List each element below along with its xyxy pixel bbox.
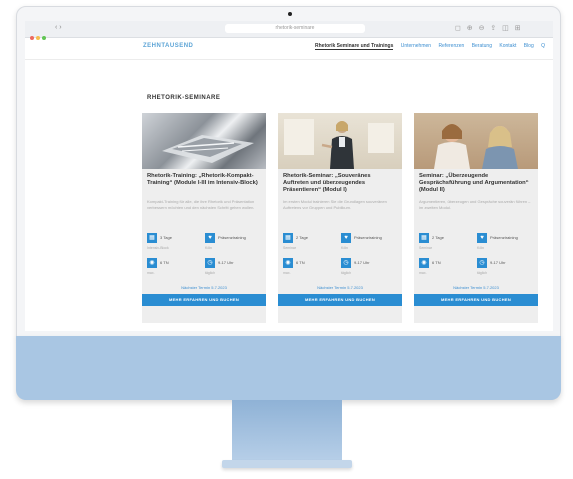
- calendar-icon: ▦: [283, 233, 293, 243]
- book-seminar-button[interactable]: MEHR ERFAHREN UND BUCHEN: [278, 294, 402, 306]
- meta-label: 9-17 Uhr: [218, 260, 234, 265]
- meta-sub: max.: [147, 271, 155, 275]
- calendar-icon: ▦: [419, 233, 429, 243]
- meta-sub: Intensiv-Block: [147, 246, 169, 250]
- meta-sub: Köln: [477, 246, 485, 250]
- nav-item-unternehmen[interactable]: Unternehmen: [401, 43, 431, 49]
- nav-item-rhetorik[interactable]: Rhetorik Seminare und Trainings: [315, 43, 394, 50]
- clock-icon: ◷: [341, 258, 351, 268]
- meta-sub: max.: [283, 271, 291, 275]
- section-title: RHETORIK-SEMINARE: [147, 95, 221, 101]
- seminar-image-speaker[interactable]: [278, 113, 402, 169]
- address-bar[interactable]: rhetorik-seminare: [225, 24, 365, 33]
- nav-item-referenzen[interactable]: Referenzen: [438, 43, 464, 49]
- nav-item-kontakt[interactable]: Kontakt: [499, 43, 516, 49]
- monitor-stand: [232, 400, 342, 462]
- card-description: Argumentieren, überzeugen und Gespräche …: [419, 199, 531, 210]
- meta-label: 9-17 Uhr: [354, 260, 370, 265]
- meta-sub: Köln: [205, 246, 213, 250]
- seminar-card: Seminar: „Überzeugende Gesprächsführung …: [414, 113, 538, 323]
- seminar-image-conversation[interactable]: [414, 113, 538, 169]
- seminar-card: Rhetorik-Training: „Rhetorik-Kompakt-Tra…: [142, 113, 266, 323]
- meta-label: 6 TN: [160, 260, 169, 265]
- meta-label: 6 TN: [432, 260, 441, 265]
- next-date-link[interactable]: Nächster Termin 5.7.2023: [142, 285, 266, 290]
- meta-label: 3 Tage: [160, 235, 172, 240]
- users-icon: ◉: [147, 258, 157, 268]
- meta-sub: täglich: [477, 271, 488, 275]
- meta-item: ♥ Präsenztraining Köln: [477, 233, 531, 253]
- monitor-bezel: ‹ › rhetorik-seminare ◻ ⊕ ⊖ ⇪ ◫ ⊞ ZEHNTA…: [16, 6, 561, 338]
- clock-icon: ◷: [477, 258, 487, 268]
- main-nav: Rhetorik Seminare und Trainings Unterneh…: [315, 43, 551, 50]
- clock-icon: ◷: [205, 258, 215, 268]
- back-forward-icon[interactable]: ‹ ›: [55, 24, 62, 31]
- meta-sub: Seminar: [419, 246, 433, 250]
- nav-item-blog[interactable]: Blog: [524, 43, 534, 49]
- meta-item: ◷ 9-17 Uhr täglich: [205, 258, 259, 278]
- book-seminar-button[interactable]: MEHR ERFAHREN UND BUCHEN: [142, 294, 266, 306]
- search-icon[interactable]: Q: [541, 43, 545, 49]
- monitor-foot: [222, 460, 352, 468]
- heart-icon: ♥: [477, 233, 487, 243]
- card-title[interactable]: Rhetorik-Seminar: „Souveränes Auftreten …: [283, 173, 397, 194]
- meta-sub: Köln: [341, 246, 349, 250]
- meta-label: 6 TN: [296, 260, 305, 265]
- meta-label: 9-17 Uhr: [490, 260, 506, 265]
- site-logo[interactable]: ZEHNTAUSEND: [143, 43, 193, 49]
- toolbar-icons[interactable]: ◻ ⊕ ⊖ ⇪ ◫ ⊞: [455, 24, 523, 32]
- card-meta-row: ▦ 2 Tage Seminar ♥ Präsenztraining Köln: [283, 233, 397, 253]
- card-meta-row: ▦ 3 Tage Intensiv-Block ♥ Präsenztraining Kö…: [147, 233, 261, 253]
- card-meta-row: ◉ 6 TN max. ◷ 9-17 Uhr täglich: [147, 258, 261, 278]
- imac-monitor: ‹ › rhetorik-seminare ◻ ⊕ ⊖ ⇪ ◫ ⊞ ZEHNTA…: [16, 6, 561, 468]
- meta-item: ◷ 9-17 Uhr täglich: [341, 258, 395, 278]
- browser-toolbar: ‹ › rhetorik-seminare ◻ ⊕ ⊖ ⇪ ◫ ⊞: [25, 21, 553, 40]
- meta-item: ▦ 2 Tage Seminar: [419, 233, 473, 253]
- camera-icon: [288, 12, 292, 16]
- monitor-chin: [16, 336, 561, 400]
- seminar-card: Rhetorik-Seminar: „Souveränes Auftreten …: [278, 113, 402, 323]
- next-date-link[interactable]: Nächster Termin 5.7.2023: [278, 285, 402, 290]
- meta-sub: täglich: [341, 271, 352, 275]
- card-title[interactable]: Rhetorik-Training: „Rhetorik-Kompakt-Tra…: [147, 173, 261, 187]
- seminar-image-laptop[interactable]: [142, 113, 266, 169]
- heart-icon: ♥: [341, 233, 351, 243]
- meta-item: ◷ 9-17 Uhr täglich: [477, 258, 531, 278]
- card-description: Im ersten Modul trainieren Sie die Grund…: [283, 199, 387, 210]
- meta-item: ◉ 6 TN max.: [147, 258, 201, 278]
- meta-label: Präsenztraining: [218, 235, 246, 240]
- site-header: ZEHNTAUSEND Rhetorik Seminare und Traini…: [25, 37, 553, 60]
- meta-label: Präsenztraining: [490, 235, 518, 240]
- meta-sub: Seminar: [283, 246, 297, 250]
- meta-item: ◉ 6 TN max.: [283, 258, 337, 278]
- meta-item: ▦ 3 Tage Intensiv-Block: [147, 233, 201, 253]
- meta-item: ◉ 6 TN max.: [419, 258, 473, 278]
- card-meta-row: ▦ 2 Tage Seminar ♥ Präsenztraining Köln: [419, 233, 533, 253]
- browser-screen: ‹ › rhetorik-seminare ◻ ⊕ ⊖ ⇪ ◫ ⊞ ZEHNTA…: [25, 21, 553, 331]
- heart-icon: ♥: [205, 233, 215, 243]
- card-meta-row: ◉ 6 TN max. ◷ 9-17 Uhr täglich: [419, 258, 533, 278]
- book-seminar-button[interactable]: MEHR ERFAHREN UND BUCHEN: [414, 294, 538, 306]
- next-date-link[interactable]: Nächster Termin 5.7.2023: [414, 285, 538, 290]
- card-meta-row: ◉ 6 TN max. ◷ 9-17 Uhr täglich: [283, 258, 397, 278]
- meta-item: ▦ 2 Tage Seminar: [283, 233, 337, 253]
- meta-label: 2 Tage: [432, 235, 444, 240]
- meta-sub: max.: [419, 271, 427, 275]
- meta-sub: täglich: [205, 271, 216, 275]
- users-icon: ◉: [283, 258, 293, 268]
- card-title[interactable]: Seminar: „Überzeugende Gesprächsführung …: [419, 173, 533, 194]
- nav-item-beratung[interactable]: Beratung: [472, 43, 492, 49]
- calendar-icon: ▦: [147, 233, 157, 243]
- meta-item: ♥ Präsenztraining Köln: [205, 233, 259, 253]
- users-icon: ◉: [419, 258, 429, 268]
- meta-label: Präsenztraining: [354, 235, 382, 240]
- meta-item: ♥ Präsenztraining Köln: [341, 233, 395, 253]
- card-description: Kompakt-Training für alle, die ihre Rhet…: [147, 199, 255, 210]
- meta-label: 2 Tage: [296, 235, 308, 240]
